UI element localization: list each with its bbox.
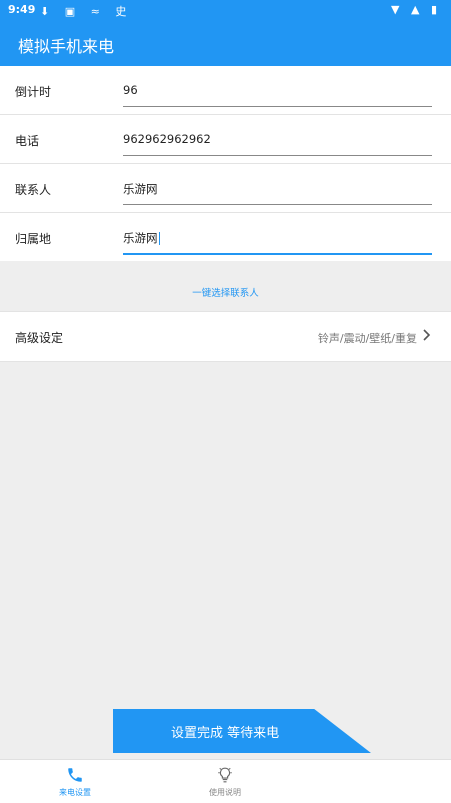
advanced-summary: 铃声/震动/壁纸/重复: [317, 332, 417, 345]
call-settings-form: 倒计时 96 电话 962962962962 联系人 乐游网 归属地 乐游网: [0, 66, 451, 261]
location-row: 归属地 乐游网: [0, 213, 451, 261]
phone-row: 电话 962962962962: [0, 115, 451, 164]
phone-input[interactable]: 962962962962: [123, 127, 432, 156]
countdown-value: 96: [123, 83, 138, 97]
location-input[interactable]: 乐游网: [123, 225, 432, 255]
submit-button[interactable]: 设置完成 等待来电: [113, 709, 371, 753]
pick-contact-button[interactable]: 一键选择联系人: [0, 262, 451, 310]
text-caret: [158, 232, 160, 245]
advanced-settings-row[interactable]: 高级设定 铃声/震动/壁纸/重复: [0, 311, 451, 362]
signal-battery-icon: ▼ ▲ ▮: [391, 3, 441, 16]
status-time: 9:49: [8, 3, 36, 16]
countdown-label: 倒计时: [15, 85, 52, 99]
pick-contact-label: 一键选择联系人: [192, 288, 259, 299]
lightbulb-icon: [216, 766, 234, 784]
location-label: 归属地: [15, 232, 52, 246]
contact-input[interactable]: 乐游网: [123, 176, 432, 205]
app-bar: 模拟手机来电: [0, 20, 451, 66]
tab-instructions-label: 使用说明: [209, 788, 241, 797]
advanced-label: 高级设定: [15, 331, 64, 345]
phone-icon: [66, 766, 84, 784]
bottom-nav: 来电设置 使用说明: [0, 759, 451, 803]
status-icons: ⬇ ▣ ≈ 史: [40, 5, 133, 18]
location-value: 乐游网: [123, 231, 158, 245]
tab-instructions[interactable]: 使用说明: [150, 760, 300, 803]
status-bar: 9:49 ⬇ ▣ ≈ 史 ▼ ▲ ▮: [0, 0, 451, 20]
contact-row: 联系人 乐游网: [0, 164, 451, 213]
tab-call-settings[interactable]: 来电设置: [0, 760, 150, 803]
countdown-row: 倒计时 96: [0, 66, 451, 115]
contact-value: 乐游网: [123, 182, 158, 196]
phone-label: 电话: [15, 134, 40, 148]
chevron-right-icon: [423, 329, 431, 345]
submit-wrapper: 设置完成 等待来电: [113, 709, 371, 753]
contact-label: 联系人: [15, 183, 52, 197]
countdown-input[interactable]: 96: [123, 78, 432, 107]
page-title: 模拟手机来电: [18, 37, 115, 56]
tab-call-settings-label: 来电设置: [59, 788, 91, 797]
phone-value: 962962962962: [123, 132, 211, 146]
